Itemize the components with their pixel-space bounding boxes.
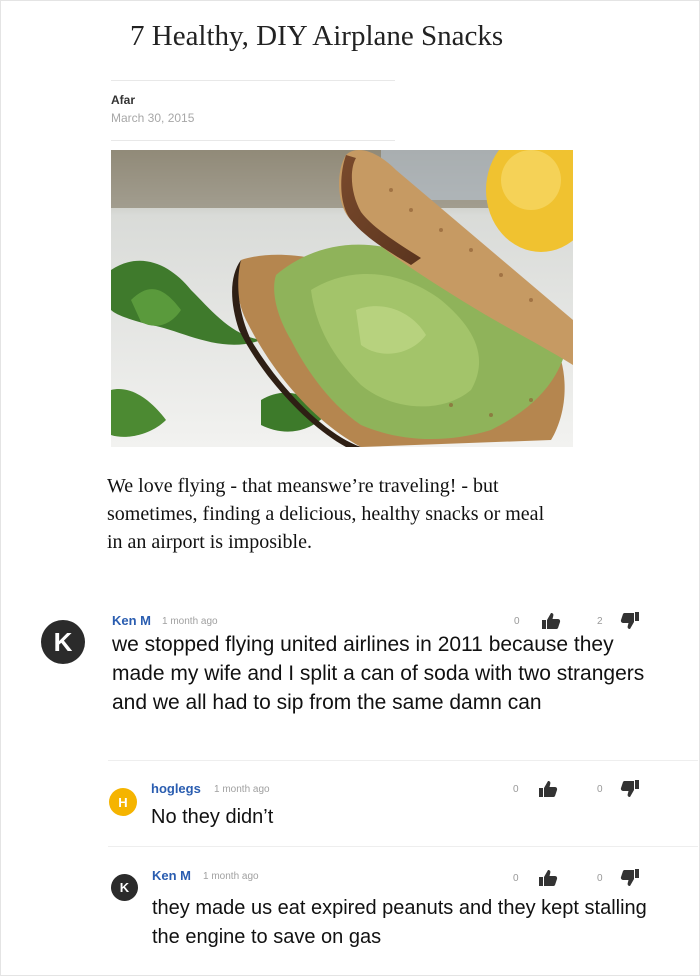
- commenter-avatar[interactable]: K: [111, 874, 138, 901]
- thumbs-down-icon[interactable]: [620, 612, 640, 630]
- comment-text: No they didn’t: [151, 806, 274, 828]
- comment-author[interactable]: Ken M: [152, 868, 191, 883]
- downvote-count: 0: [597, 784, 603, 795]
- avatar-letter: H: [118, 794, 128, 810]
- comment-divider: [108, 760, 698, 761]
- upvote-count: 0: [513, 873, 519, 884]
- comment-author[interactable]: Ken M: [112, 613, 151, 628]
- downvote-count: 0: [597, 873, 603, 884]
- thumbs-up-icon[interactable]: [538, 780, 558, 798]
- article-title: 7 Healthy, DIY Airplane Snacks: [130, 20, 504, 52]
- comment-text: we stopped flying united airlines in 201…: [112, 633, 645, 714]
- downvote-count: 2: [597, 616, 603, 627]
- avocado-sandwich-image: [111, 150, 573, 447]
- avatar-letter: K: [119, 880, 130, 895]
- commenter-avatar[interactable]: K: [41, 620, 85, 664]
- thumbs-down-icon[interactable]: [620, 869, 640, 887]
- comment-time[interactable]: 1 month ago: [162, 616, 218, 627]
- avatar-letter: K: [53, 626, 73, 657]
- thumbs-up-icon[interactable]: [538, 869, 558, 887]
- article-intro: We love flying - that meanswe’re traveli…: [107, 475, 545, 553]
- upvote-count: 0: [514, 616, 520, 627]
- upvote-count: 0: [513, 784, 519, 795]
- byline-divider: [111, 140, 395, 141]
- comment-time[interactable]: 1 month ago: [214, 784, 270, 795]
- article-author[interactable]: Afar: [111, 93, 135, 107]
- comment-author[interactable]: hoglegs: [151, 781, 201, 796]
- commenter-avatar[interactable]: H: [109, 788, 137, 816]
- article-date: March 30, 2015: [111, 111, 195, 125]
- thumbs-up-icon[interactable]: [541, 612, 561, 630]
- comment-text: they made us eat expired peanuts and the…: [152, 897, 647, 948]
- thumbs-down-icon[interactable]: [620, 780, 640, 798]
- comment-divider: [108, 846, 698, 847]
- article-photo: [111, 150, 573, 447]
- title-divider: [111, 80, 395, 81]
- comment-time[interactable]: 1 month ago: [203, 871, 259, 882]
